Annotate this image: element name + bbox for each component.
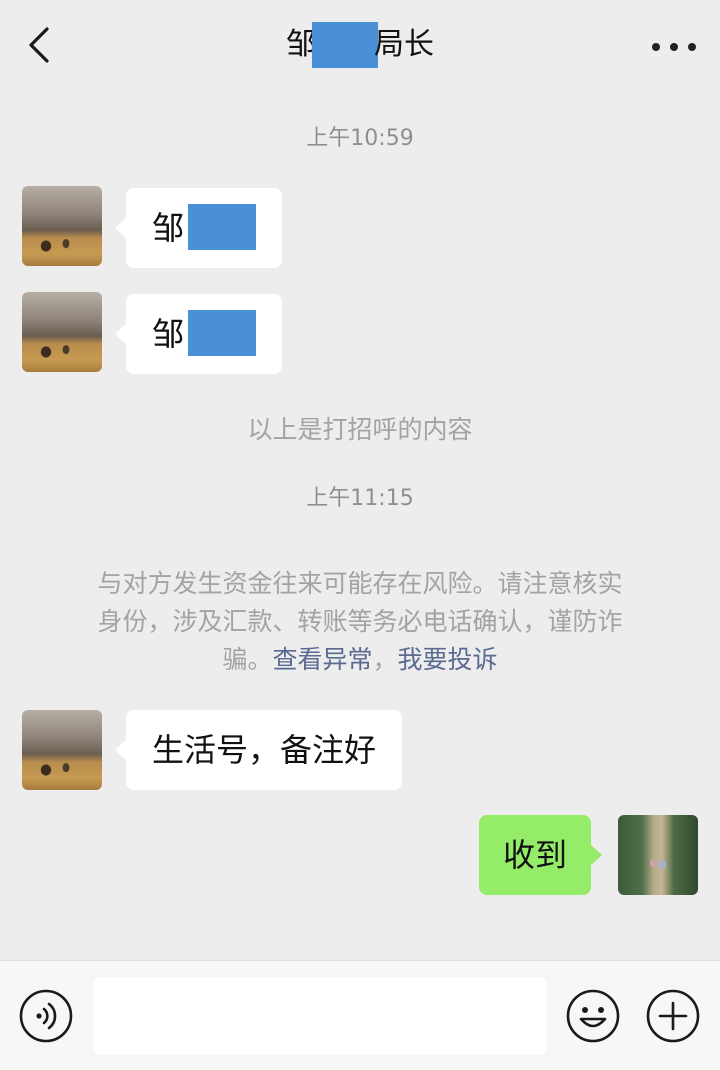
more-dot [688,43,696,51]
message-text: 邹 [152,315,185,353]
chat-title: 邹局长 [0,22,720,68]
more-button[interactable] [652,30,696,64]
message-text: 生活号，备注好 [152,731,377,769]
title-suffix: 局长 [374,27,434,62]
message-input[interactable] [94,977,546,1055]
notice-text: 骗。 [222,645,273,674]
message-text: 邹 [152,209,185,247]
notice-separator: ， [372,645,398,674]
message-bubble-incoming[interactable]: 邹 [114,294,283,374]
report-link[interactable]: 我要投诉 [398,645,498,674]
plus-icon [646,989,700,1043]
notice-line: 与对方发生资金往来可能存在风险。请注意核实 [97,569,623,598]
redaction-block [312,22,378,68]
message-bubble-incoming[interactable]: 生活号，备注好 [114,710,403,790]
message-text: 收到 [503,836,568,874]
redaction-block [188,204,257,250]
input-bar [0,960,720,1070]
more-dot [670,43,678,51]
chat-header: 邹局长 [0,0,720,92]
plus-button[interactable] [645,988,701,1044]
timestamp: 上午11:15 [306,486,414,511]
emoji-icon [566,989,620,1043]
message-bubble-incoming[interactable]: 邹 [114,188,283,268]
notice-line: 身份，涉及汇款、转账等务必电话确认，谨防诈 [97,607,623,636]
more-dots-icon [652,43,660,51]
avatar[interactable] [618,815,698,895]
timestamp: 上午10:59 [306,126,414,151]
avatar[interactable] [22,186,102,266]
system-message: 以上是打招呼的内容 [247,415,473,444]
message-bubble-outgoing[interactable]: 收到 [479,815,603,895]
notice-line: 骗。查看异常，我要投诉 [62,641,658,679]
avatar[interactable] [22,292,102,372]
redaction-block [188,310,257,356]
voice-button[interactable] [18,988,74,1044]
check-anomaly-link[interactable]: 查看异常 [272,645,372,674]
risk-notice: 与对方发生资金往来可能存在风险。请注意核实 身份，涉及汇款、转账等务必电话确认，… [62,565,658,679]
avatar[interactable] [22,710,102,790]
emoji-button[interactable] [565,988,621,1044]
voice-icon [19,989,73,1043]
